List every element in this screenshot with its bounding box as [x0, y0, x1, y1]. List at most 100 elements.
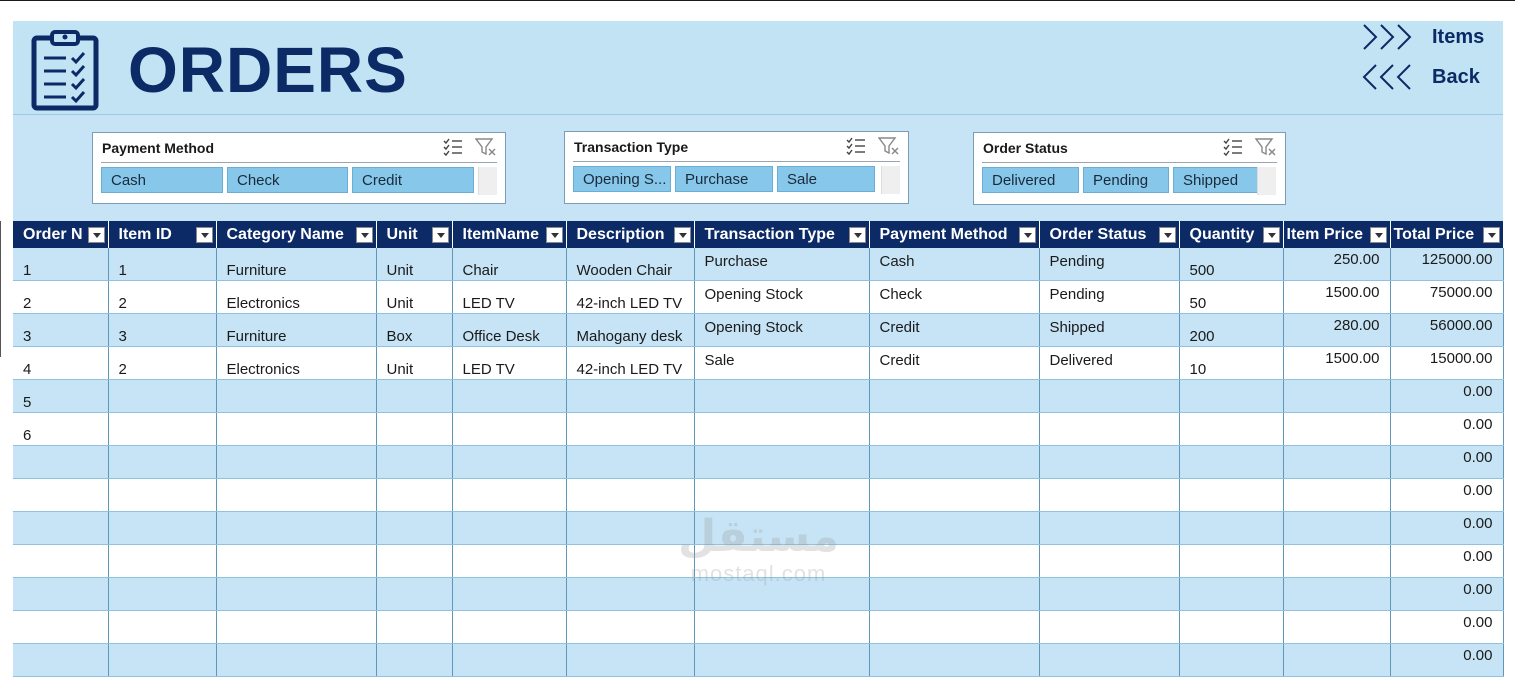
table-cell[interactable] — [1039, 478, 1180, 512]
table-cell[interactable] — [216, 478, 377, 512]
table-cell[interactable]: Wooden Chair — [566, 248, 695, 281]
table-cell[interactable]: Credit — [869, 346, 1040, 380]
filter-dropdown-icon[interactable] — [1369, 227, 1387, 243]
table-cell[interactable]: LED TV — [452, 346, 567, 380]
filter-dropdown-icon[interactable] — [1158, 227, 1176, 243]
column-header[interactable]: Order Status — [1039, 221, 1180, 248]
table-cell[interactable] — [694, 445, 870, 479]
table-cell[interactable]: 42-inch LED TV — [566, 280, 695, 314]
table-cell[interactable] — [376, 478, 453, 512]
table-cell[interactable]: Credit — [869, 313, 1040, 347]
table-cell[interactable]: Check — [869, 280, 1040, 314]
table-cell[interactable] — [376, 511, 453, 545]
table-cell[interactable]: 6 — [13, 412, 109, 446]
table-cell[interactable] — [108, 478, 217, 512]
table-cell[interactable] — [694, 478, 870, 512]
table-cell[interactable]: 0.00 — [1390, 610, 1504, 644]
table-cell[interactable] — [694, 379, 870, 413]
table-cell[interactable] — [452, 445, 567, 479]
table-cell[interactable] — [376, 379, 453, 413]
table-cell[interactable]: 0.00 — [1390, 478, 1504, 512]
table-cell[interactable] — [108, 610, 217, 644]
column-header[interactable]: Category Name — [216, 221, 377, 248]
table-cell[interactable]: 42-inch LED TV — [566, 346, 695, 380]
table-cell[interactable] — [1179, 643, 1284, 677]
table-cell[interactable] — [13, 643, 109, 677]
table-cell[interactable]: 0.00 — [1390, 511, 1504, 545]
table-cell[interactable]: 1500.00 — [1283, 346, 1391, 380]
table-cell[interactable] — [869, 643, 1040, 677]
table-cell[interactable] — [1179, 478, 1284, 512]
table-cell[interactable] — [108, 511, 217, 545]
table-cell[interactable] — [13, 544, 109, 578]
slicer-scrollbar[interactable] — [478, 167, 497, 195]
table-cell[interactable] — [1179, 511, 1284, 545]
table-cell[interactable] — [13, 445, 109, 479]
table-cell[interactable] — [1283, 544, 1391, 578]
table-cell[interactable] — [108, 412, 217, 446]
table-cell[interactable]: 1500.00 — [1283, 280, 1391, 314]
table-cell[interactable]: Mahogany desk — [566, 313, 695, 347]
table-cell[interactable]: Unit — [376, 248, 453, 281]
table-cell[interactable] — [1039, 610, 1180, 644]
table-cell[interactable]: 2 — [108, 346, 217, 380]
filter-dropdown-icon[interactable] — [1018, 227, 1036, 243]
table-cell[interactable] — [13, 478, 109, 512]
table-cell[interactable] — [452, 577, 567, 611]
table-cell[interactable]: 50 — [1179, 280, 1284, 314]
table-cell[interactable] — [1039, 643, 1180, 677]
table-cell[interactable] — [1283, 610, 1391, 644]
column-header[interactable]: Description — [566, 221, 695, 248]
table-cell[interactable] — [1179, 577, 1284, 611]
slicer-scrollbar[interactable] — [1257, 167, 1276, 195]
table-cell[interactable]: 1 — [108, 248, 217, 281]
table-cell[interactable] — [216, 610, 377, 644]
table-cell[interactable]: 4 — [13, 346, 109, 380]
table-cell[interactable] — [452, 511, 567, 545]
clear-filter-icon[interactable] — [475, 137, 497, 157]
table-cell[interactable]: Box — [376, 313, 453, 347]
table-cell[interactable] — [1283, 511, 1391, 545]
filter-dropdown-icon[interactable] — [355, 227, 373, 243]
table-cell[interactable]: Chair — [452, 248, 567, 281]
table-cell[interactable] — [216, 544, 377, 578]
items-nav-button[interactable]: Items — [1362, 22, 1484, 52]
table-cell[interactable] — [108, 643, 217, 677]
slicer-button-shipped[interactable]: Shipped — [1173, 167, 1261, 193]
table-cell[interactable]: Opening Stock — [694, 313, 870, 347]
table-cell[interactable] — [1179, 445, 1284, 479]
table-cell[interactable] — [694, 610, 870, 644]
column-header[interactable]: Unit — [376, 221, 453, 248]
filter-dropdown-icon[interactable] — [87, 227, 105, 243]
slicer-button-cash[interactable]: Cash — [101, 167, 223, 193]
slicer-scrollbar[interactable] — [881, 166, 900, 194]
table-cell[interactable]: Purchase — [694, 248, 870, 281]
clear-filter-icon[interactable] — [1255, 137, 1277, 157]
table-cell[interactable]: LED TV — [452, 280, 567, 314]
table-cell[interactable]: Electronics — [216, 346, 377, 380]
table-cell[interactable] — [13, 577, 109, 611]
table-cell[interactable]: 280.00 — [1283, 313, 1391, 347]
table-cell[interactable]: 0.00 — [1390, 643, 1504, 677]
column-header[interactable]: Order N — [13, 221, 109, 248]
table-cell[interactable]: Furniture — [216, 248, 377, 281]
table-cell[interactable]: Pending — [1039, 248, 1180, 281]
table-cell[interactable]: Sale — [694, 346, 870, 380]
table-cell[interactable] — [1283, 412, 1391, 446]
table-cell[interactable]: 2 — [13, 280, 109, 314]
table-cell[interactable] — [216, 412, 377, 446]
table-cell[interactable] — [1179, 610, 1284, 644]
table-cell[interactable]: 1 — [13, 248, 109, 281]
table-cell[interactable] — [376, 544, 453, 578]
table-cell[interactable] — [566, 478, 695, 512]
table-cell[interactable] — [566, 643, 695, 677]
table-cell[interactable]: 10 — [1179, 346, 1284, 380]
filter-dropdown-icon[interactable] — [195, 227, 213, 243]
table-cell[interactable] — [452, 610, 567, 644]
table-cell[interactable] — [13, 511, 109, 545]
table-cell[interactable] — [566, 445, 695, 479]
table-cell[interactable] — [1283, 577, 1391, 611]
table-cell[interactable]: 56000.00 — [1390, 313, 1504, 347]
table-cell[interactable] — [869, 379, 1040, 413]
table-cell[interactable] — [1039, 577, 1180, 611]
